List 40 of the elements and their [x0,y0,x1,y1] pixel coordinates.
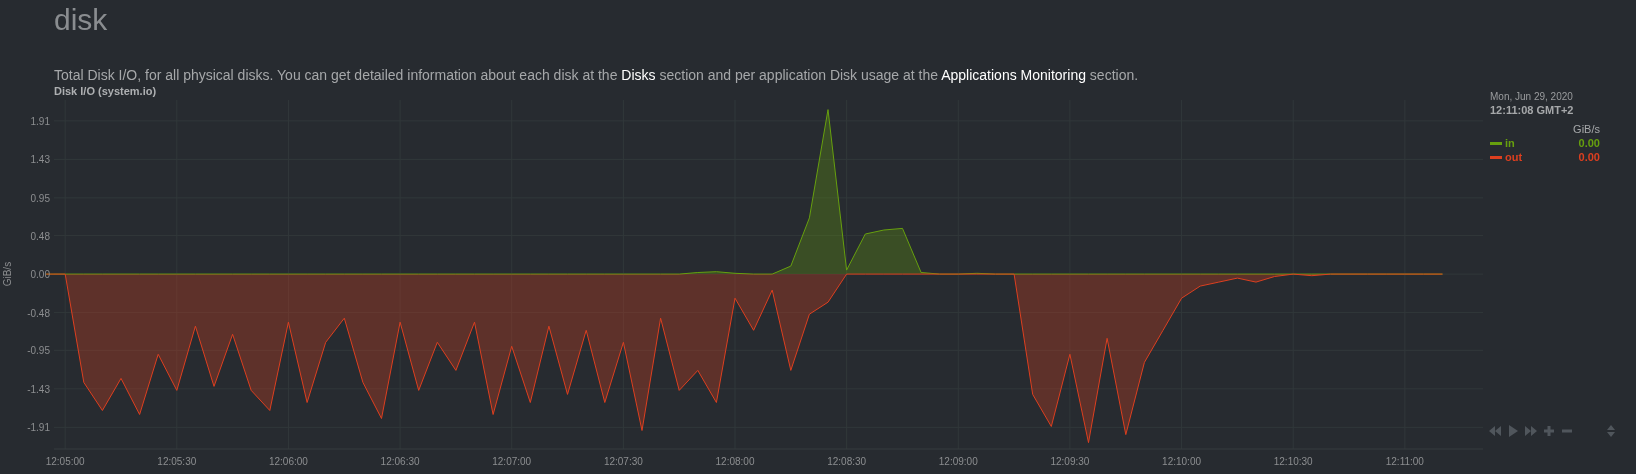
legend-label: out [1505,150,1523,164]
x-tick-label: 12:05:30 [157,456,197,467]
x-tick-label: 12:08:30 [827,456,867,467]
x-tick-label: 12:06:00 [269,456,308,467]
chart-title: Disk I/O (system.io) [54,84,157,98]
section-link[interactable]: Applications Monitoring [941,67,1086,83]
legend-value: 0.00 [1578,150,1600,164]
y-tick-label: -0.48 [27,307,50,319]
legend-units: GiB/s [1573,122,1600,136]
resize-icon[interactable] [1604,424,1618,438]
y-tick-label: -1.91 [27,422,50,434]
x-tick-label: 12:08:00 [715,456,755,467]
legend-label: in [1505,136,1515,150]
zoom-in-icon[interactable] [1542,424,1556,438]
play-icon[interactable] [1506,424,1520,438]
legend-time: 12:11:08 GMT+2 [1490,103,1574,118]
axis-title: GiB/s [2,261,13,287]
x-tick-label: 12:07:30 [603,456,643,467]
y-tick-label: 0.00 [30,269,50,281]
fast-forward-icon[interactable] [1524,424,1538,438]
y-tick-label: 1.91 [30,115,50,127]
legend-value: 0.00 [1578,136,1600,150]
y-tick-label: 0.95 [30,192,50,204]
y-tick-label: -0.95 [27,345,50,357]
x-tick-label: 12:10:00 [1162,456,1202,467]
x-tick-label: 12:07:00 [492,456,532,467]
x-tick-label: 12:10:30 [1273,456,1313,467]
rewind-icon[interactable] [1488,424,1502,438]
x-tick-label: 12:11:00 [1385,456,1424,467]
x-tick-label: 12:05:00 [45,456,85,467]
y-tick-label: -1.43 [27,383,50,395]
y-tick-label: 0.48 [30,230,50,242]
legend-date: Mon, Jun 29, 2020 [1490,90,1573,103]
section-description: Total Disk I/O, for all physical disks. You can get detailed information about each disk at the Disks section and per application Disk usage at the Applications Monitoring section. [54,66,1139,84]
x-tick-label: 12:06:30 [380,456,420,467]
x-tick-label: 12:09:30 [1050,456,1090,467]
y-tick-label: 1.43 [30,154,50,166]
x-tick-label: 12:09:00 [938,456,978,467]
section-link[interactable]: Disks [621,67,656,83]
section-title: disk [54,2,108,38]
